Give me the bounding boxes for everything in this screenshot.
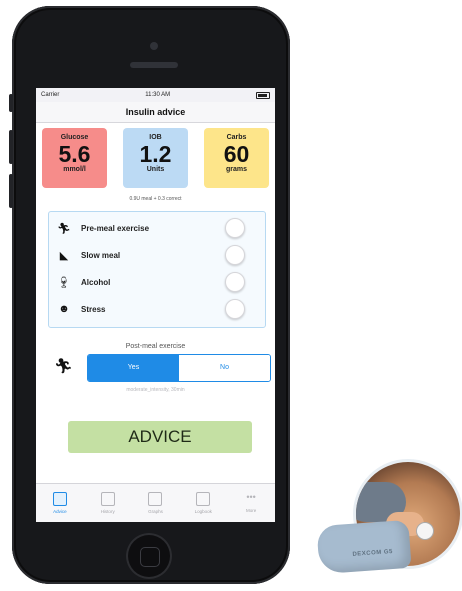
main-content: Glucose 5.6 mmol/l IOB 1.2 Units Carbs 6… (36, 123, 275, 484)
battery-icon (256, 91, 270, 99)
advice-button[interactable]: ADVICE (68, 421, 252, 453)
stressed-face-icon: ☻ (58, 303, 70, 315)
logbook-icon (196, 492, 211, 506)
post-meal-no-segment[interactable]: No (179, 355, 270, 381)
tab-logbook[interactable]: Logbook (179, 484, 227, 522)
runner-icon: 🏃︎ (54, 358, 74, 375)
earpiece-speaker (130, 62, 178, 68)
carbs-label: Carbs (226, 134, 247, 141)
iob-value: 1.2 (139, 141, 172, 167)
slow-meal-toggle[interactable] (225, 245, 245, 265)
mute-switch (9, 94, 13, 112)
phone-frame: Carrier 11:30 AM Insulin advice Glucose … (9, 6, 290, 584)
page-title: Insulin advice (36, 102, 275, 123)
volume-up-button (9, 130, 13, 164)
advice-icon (52, 492, 67, 506)
tab-label: Logbook (194, 509, 212, 514)
device-label: DEXCOM G5 (352, 549, 394, 558)
option-stress: ☻ Stress (49, 297, 265, 321)
tab-label: Advice (53, 509, 67, 514)
home-button[interactable] (126, 533, 172, 579)
tab-advice[interactable]: Advice (36, 484, 84, 522)
carrier-label: Carrier (41, 92, 60, 98)
stress-toggle[interactable] (225, 299, 245, 319)
tab-bar: Advice History Graphs Logbook ••• More (36, 483, 275, 522)
post-meal-exercise-label: Post-meal exercise (125, 343, 186, 350)
photo-sensor (416, 522, 434, 540)
tab-label: History (100, 509, 115, 514)
graphs-icon (148, 492, 163, 506)
status-bar: Carrier 11:30 AM (36, 88, 275, 102)
post-meal-exercise-segmented-control: Yes No (87, 354, 271, 382)
option-label: Slow meal (81, 250, 121, 260)
option-label: Pre-meal exercise (81, 223, 150, 233)
clock: 11:30 AM (145, 92, 171, 98)
wine-glass-icon: 🍷︎ (57, 276, 71, 289)
glucose-value: 5.6 (58, 141, 91, 167)
tab-label: More (245, 508, 257, 513)
history-icon (100, 492, 115, 506)
home-button-square (140, 547, 160, 567)
glucose-tile: Glucose 5.6 mmol/l (42, 128, 107, 188)
carbs-unit: grams (225, 166, 247, 173)
option-alcohol: 🍷︎ Alcohol (49, 270, 265, 294)
tab-more[interactable]: ••• More (227, 484, 275, 522)
tab-label: Graphs (148, 509, 163, 514)
iob-breakdown-note: 0.9U meal + 0.3 correct (129, 196, 182, 202)
more-icon: ••• (246, 492, 256, 502)
front-camera (150, 42, 158, 50)
cgm-transmitter-device: DEXCOM G5 (316, 519, 412, 575)
glucose-unit: mmol/l (63, 166, 86, 173)
tab-graphs[interactable]: Graphs (132, 484, 180, 522)
iob-label: IOB (149, 134, 162, 141)
glucose-label: Glucose (60, 134, 89, 141)
iob-unit: Units (146, 166, 165, 173)
carbs-tile: Carbs 60 grams (204, 128, 269, 188)
option-pre-meal-exercise: 🏃︎ Pre-meal exercise (49, 216, 265, 240)
carbs-value: 60 (223, 141, 250, 167)
exercise-detail-note: moderate_intensity, 30min (126, 387, 185, 393)
pre-meal-exercise-toggle[interactable] (225, 218, 245, 238)
iob-tile: IOB 1.2 Units (123, 128, 188, 188)
option-slow-meal: ◣ Slow meal (49, 243, 265, 267)
volume-down-button (9, 174, 13, 208)
options-panel: 🏃︎ Pre-meal exercise ◣ Slow meal 🍷︎ Alco… (48, 211, 266, 328)
pizza-icon: ◣ (59, 249, 69, 262)
post-meal-yes-segment[interactable]: Yes (88, 355, 179, 381)
app-screen: Carrier 11:30 AM Insulin advice Glucose … (36, 88, 275, 522)
alcohol-toggle[interactable] (225, 272, 245, 292)
tab-history[interactable]: History (84, 484, 132, 522)
option-label: Alcohol (81, 277, 111, 287)
exercise-icon: 🏃︎ (57, 222, 71, 235)
option-label: Stress (81, 304, 106, 314)
